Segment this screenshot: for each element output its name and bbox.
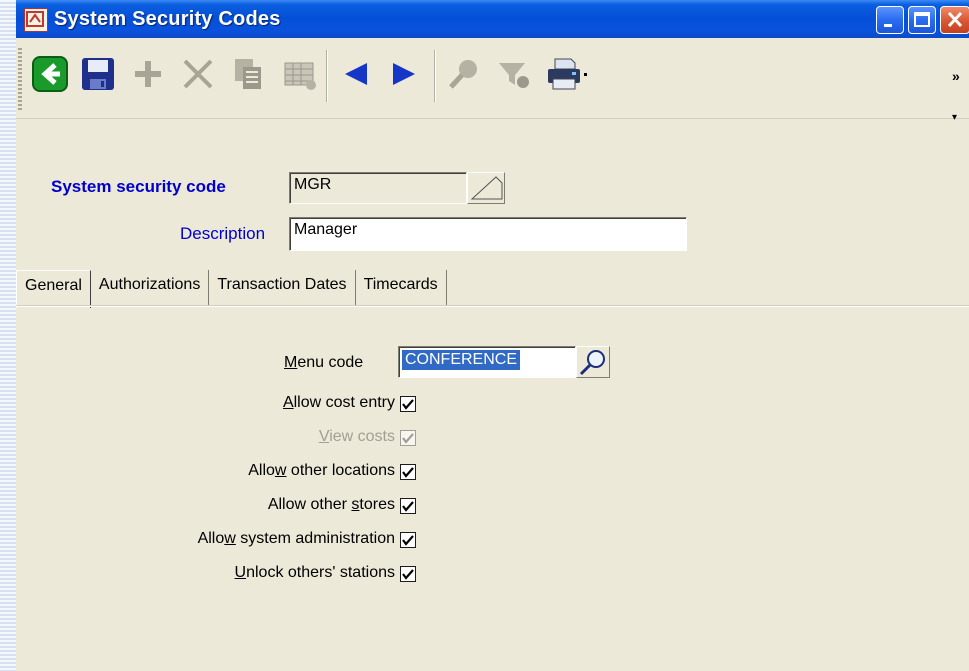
security-code-label: System security code bbox=[51, 177, 226, 196]
toolbar-overflow-button[interactable]: » bbox=[952, 68, 960, 84]
toolbar-overflow-arrow-icon[interactable]: ▾ bbox=[952, 112, 957, 123]
magnifier-icon bbox=[449, 60, 477, 89]
allow-cost-entry-checkbox[interactable] bbox=[400, 396, 416, 412]
previous-button[interactable] bbox=[334, 50, 378, 98]
checkmark-icon bbox=[402, 467, 414, 478]
label-text: tores bbox=[359, 496, 395, 513]
close-button[interactable] bbox=[940, 6, 969, 34]
tab-timecards[interactable]: Timecards bbox=[356, 270, 447, 306]
unlock-others-stations-checkbox[interactable] bbox=[400, 566, 416, 582]
tab-general[interactable]: General bbox=[16, 270, 91, 308]
checkmark-icon bbox=[402, 433, 414, 444]
tab-authorizations[interactable]: Authorizations bbox=[91, 270, 210, 306]
grid-icon bbox=[284, 62, 316, 90]
save-button[interactable] bbox=[76, 50, 120, 98]
allow-other-locations-checkbox[interactable] bbox=[400, 464, 416, 480]
add-button[interactable] bbox=[126, 50, 170, 98]
back-button[interactable] bbox=[28, 50, 72, 98]
label-text: iew costs bbox=[329, 428, 395, 445]
security-code-lookup-button[interactable] bbox=[467, 172, 505, 204]
checkmark-icon bbox=[402, 535, 414, 546]
view-costs-checkbox[interactable] bbox=[400, 430, 416, 446]
allow-other-locations-label: Allow other locations bbox=[248, 462, 395, 480]
label-mnemonic: w bbox=[224, 530, 236, 547]
label-text: other locations bbox=[286, 462, 395, 479]
label-text: enu code bbox=[297, 354, 364, 371]
menu-code-value: CONFERENCE bbox=[402, 350, 521, 370]
label-text: system administration bbox=[235, 530, 395, 547]
label-text: nlock others' stations bbox=[246, 564, 395, 581]
funnel-icon bbox=[499, 63, 529, 88]
label-text: Allo bbox=[197, 530, 225, 547]
note-icon bbox=[470, 176, 503, 200]
window-title: System Security Codes bbox=[54, 8, 281, 30]
label-text: llow cost entry bbox=[293, 394, 395, 411]
label-text: Allow other bbox=[267, 496, 352, 513]
toolbar-separator bbox=[326, 50, 327, 102]
menu-code-lookup-button[interactable] bbox=[576, 346, 610, 378]
grid-button[interactable] bbox=[278, 50, 322, 98]
maximize-button[interactable] bbox=[908, 6, 936, 34]
security-code-field[interactable]: MGR bbox=[289, 172, 467, 204]
allow-other-stores-checkbox[interactable] bbox=[400, 498, 416, 514]
allow-system-administration-checkbox[interactable] bbox=[400, 532, 416, 548]
security-codes-window: System Security Codes » ▾ System securit… bbox=[16, 0, 969, 671]
label-mnemonic: M bbox=[284, 354, 298, 371]
tab-transaction-dates[interactable]: Transaction Dates bbox=[209, 270, 356, 306]
find-button[interactable] bbox=[442, 50, 486, 98]
minimize-icon bbox=[884, 24, 892, 27]
desktop-strip bbox=[0, 0, 16, 671]
tab-divider-highlight bbox=[16, 306, 969, 307]
close-icon bbox=[947, 11, 963, 28]
description-field[interactable]: Manager bbox=[289, 217, 687, 251]
menu-code-label: Menu code bbox=[284, 354, 363, 372]
view-costs-label: View costs bbox=[319, 428, 395, 446]
checkmark-icon bbox=[402, 569, 414, 580]
allow-cost-entry-label: Allow cost entry bbox=[283, 394, 395, 412]
delete-button[interactable] bbox=[176, 50, 220, 98]
copy-icon bbox=[235, 59, 261, 89]
x-icon bbox=[183, 59, 213, 89]
menu-code-field[interactable]: CONFERENCE bbox=[398, 346, 576, 378]
title-bar[interactable]: System Security Codes bbox=[16, 0, 969, 38]
toolbar-grip[interactable] bbox=[18, 48, 22, 110]
description-label: Description bbox=[180, 224, 266, 243]
checkmark-icon bbox=[402, 501, 414, 512]
maximize-icon bbox=[914, 12, 930, 27]
print-dropdown-button[interactable] bbox=[578, 50, 594, 98]
allow-system-administration-label: Allow system administration bbox=[198, 530, 395, 548]
toolbar-separator bbox=[434, 50, 435, 102]
filter-button[interactable] bbox=[492, 50, 536, 98]
label-mnemonic: V bbox=[318, 428, 330, 445]
plus-icon bbox=[135, 61, 161, 87]
checkmark-icon bbox=[402, 399, 414, 410]
next-button[interactable] bbox=[382, 50, 426, 98]
copy-button[interactable] bbox=[226, 50, 270, 98]
label-mnemonic: w bbox=[274, 462, 287, 479]
floppy-disk-icon bbox=[82, 58, 114, 90]
triangle-right-icon bbox=[393, 63, 415, 85]
allow-other-stores-label: Allow other stores bbox=[268, 496, 395, 514]
minimize-button[interactable] bbox=[876, 6, 904, 34]
label-text: Allo bbox=[248, 462, 275, 479]
toolbar: » ▾ bbox=[16, 38, 969, 123]
dropdown-arrow-icon bbox=[584, 73, 587, 76]
label-mnemonic: A bbox=[282, 394, 294, 411]
tab-strip: General Authorizations Transaction Dates… bbox=[16, 270, 447, 308]
magnifier-icon bbox=[579, 350, 605, 376]
label-mnemonic: U bbox=[234, 564, 247, 581]
app-icon bbox=[24, 8, 48, 32]
unlock-others-stations-label: Unlock others' stations bbox=[235, 564, 395, 582]
back-arrow-icon bbox=[32, 56, 68, 92]
triangle-left-icon bbox=[345, 63, 367, 85]
